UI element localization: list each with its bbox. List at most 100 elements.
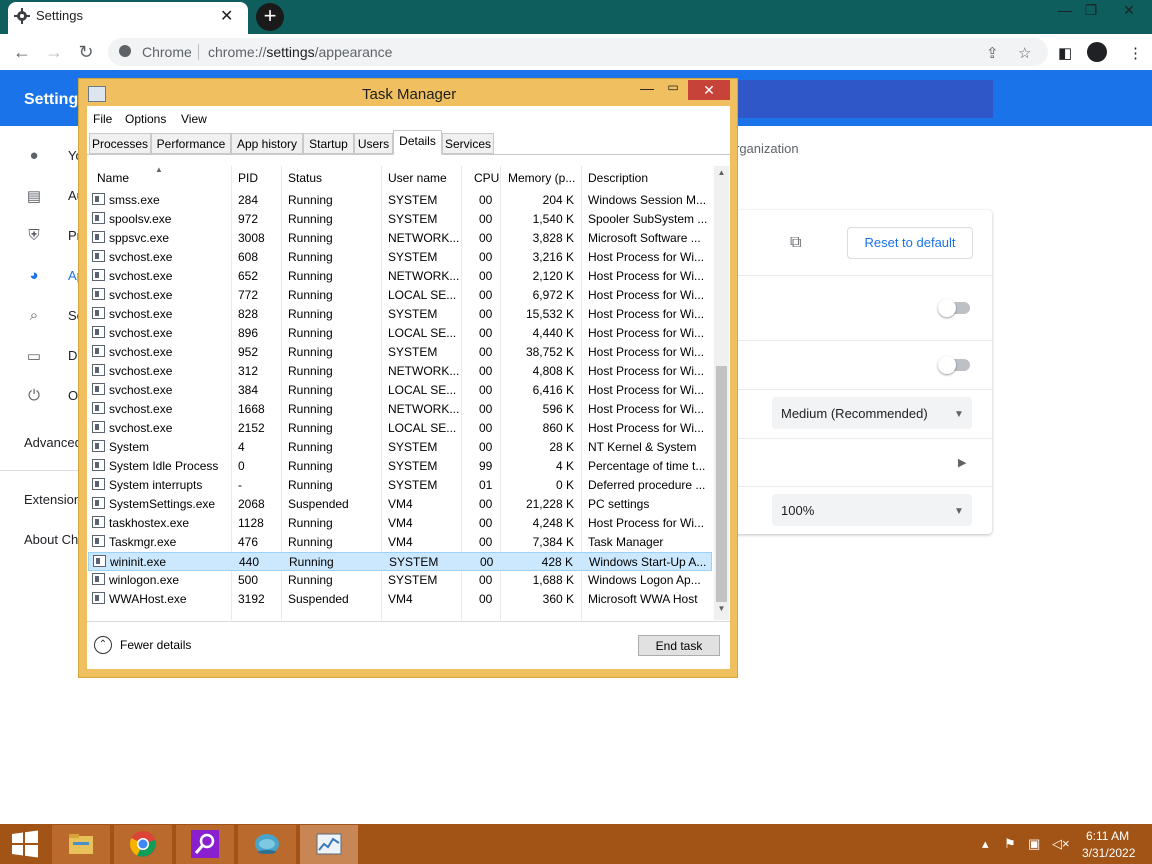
cell-user: VM4 [388,592,413,606]
star-icon[interactable]: ☆ [1018,44,1031,62]
close-window-button[interactable]: ✕ [1114,2,1144,22]
cell-status: Running [288,231,333,245]
cell-pid: 972 [238,212,259,226]
tm-maximize-button[interactable]: ▭ [661,80,685,100]
table-row[interactable]: svchost.exe 608 Running SYSTEM 00 3,216 K Host… [88,248,712,267]
column-header-cpu[interactable]: CPU [474,171,499,185]
new-tab-button[interactable]: + [256,3,284,31]
column-header-pid[interactable]: PID [238,171,258,185]
cell-memory: 204 K [542,193,574,207]
sidebar-about-chrome[interactable]: About Ch [24,532,78,547]
clock-date[interactable]: 3/31/2022 [1082,846,1135,860]
taskbar-app-explorer[interactable] [52,825,110,864]
table-row[interactable]: taskhostex.exe 1128 Running VM4 00 4,248 K Hos… [88,514,712,533]
column-header-status[interactable]: Status [288,171,322,185]
reload-icon[interactable]: ↻ [75,42,97,62]
column-header-name[interactable]: Name [97,171,129,185]
network-icon[interactable]: ▣ [1028,836,1040,852]
table-row[interactable]: svchost.exe 1668 Running NETWORK... 00 596 K H… [88,400,712,419]
cell-name: spoolsv.exe [109,212,172,226]
table-row[interactable]: svchost.exe 384 Running LOCAL SE... 00 6,416 … [88,381,712,400]
tray-chevron-icon[interactable]: ▴ [982,836,989,852]
table-row[interactable]: svchost.exe 2152 Running LOCAL SE... 00 860 K… [88,419,712,438]
table-row[interactable]: svchost.exe 896 Running LOCAL SE... 00 4,440 … [88,324,712,343]
table-row[interactable]: sppsvc.exe 3008 Running NETWORK... 00 3,828 K… [88,229,712,248]
tab-startup[interactable]: Startup [303,133,354,154]
toggle-knob[interactable] [938,299,956,317]
cell-cpu: 99 [479,459,493,473]
table-row[interactable]: wininit.exe 440 Running SYSTEM 00 428 K Window… [88,552,712,571]
table-row[interactable]: WWAHost.exe 3192 Suspended VM4 00 360 K Micros… [88,590,712,609]
tab-processes[interactable]: Processes [89,133,151,154]
chevron-up-icon[interactable]: ⌃ [94,636,112,654]
sidepanel-icon[interactable]: ◧ [1058,44,1072,62]
share-icon[interactable]: ⇪ [986,44,999,62]
table-row[interactable]: System Idle Process 0 Running SYSTEM 99 4 K Pe… [88,457,712,476]
table-row[interactable]: Taskmgr.exe 476 Running VM4 00 7,384 K Task Ma… [88,533,712,552]
taskbar [0,824,1152,864]
tab-services[interactable]: Services [442,133,494,154]
column-header-description[interactable]: Description [588,171,648,185]
table-row[interactable]: System interrupts - Running SYSTEM 01 0 K Defe… [88,476,712,495]
table-row[interactable]: SystemSettings.exe 2068 Suspended VM4 00 21,2… [88,495,712,514]
settings-search-bar[interactable] [712,80,993,118]
tab-close-icon[interactable]: ✕ [220,6,233,26]
tm-minimize-button[interactable]: — [633,80,661,100]
windows-start-icon[interactable] [10,830,40,858]
sidebar-advanced[interactable]: Advanced [24,435,82,450]
tab-app-history[interactable]: App history [231,133,303,154]
back-icon[interactable]: ← [11,42,33,62]
volume-icon[interactable]: ◁× [1052,836,1070,852]
column-header-user[interactable]: User name [388,171,447,185]
table-row[interactable]: svchost.exe 828 Running SYSTEM 00 15,532 K Hos… [88,305,712,324]
cell-user: SYSTEM [388,440,438,454]
scrollbar-thumb[interactable] [716,366,727,602]
card-divider [712,340,993,341]
tm-close-button[interactable]: ✕ [688,80,730,100]
table-row[interactable]: spoolsv.exe 972 Running SYSTEM 00 1,540 K Spoo… [88,210,712,229]
menu-options[interactable]: Options [125,112,166,126]
menu-file[interactable]: File [93,112,112,126]
taskbar-app-search[interactable] [176,825,234,864]
flag-icon[interactable]: ⚑ [1004,836,1016,852]
cell-pid: 1668 [238,402,265,416]
taskbar-app-globe[interactable] [238,825,296,864]
clock-time[interactable]: 6:11 AM [1086,829,1129,843]
url-text[interactable]: chrome://settings/appearance [208,44,392,60]
column-header-memory[interactable]: Memory (p... [508,171,575,185]
site-info-icon[interactable] [119,45,131,57]
process-icon [92,497,105,509]
reset-to-default-button[interactable]: Reset to default [847,227,973,259]
cell-name: System [109,440,150,454]
table-row[interactable]: svchost.exe 652 Running NETWORK... 00 2,120 K… [88,267,712,286]
table-row[interactable]: svchost.exe 312 Running NETWORK... 00 4,808 K… [88,362,712,381]
scroll-up-icon[interactable]: ▲ [714,168,729,177]
toggle-knob[interactable] [938,356,956,374]
search-icon: ⌕ [29,307,39,324]
menu-view[interactable]: View [181,112,207,126]
end-task-button[interactable]: End task [638,635,720,656]
fewer-details-link[interactable]: Fewer details [120,638,191,652]
table-row[interactable]: svchost.exe 772 Running LOCAL SE... 00 6,972 … [88,286,712,305]
cell-name: winlogon.exe [109,573,180,587]
table-row[interactable]: svchost.exe 952 Running SYSTEM 00 38,752 K Hos… [88,343,712,362]
table-row[interactable]: winlogon.exe 500 Running SYSTEM 00 1,688 K Win… [88,571,712,590]
sidebar-extensions[interactable]: Extension [24,492,81,507]
taskbar-app-chrome[interactable] [114,825,172,864]
forward-icon[interactable]: → [43,42,65,62]
chevron-right-icon[interactable]: ▶ [958,456,966,469]
tab-details[interactable]: Details [393,130,442,155]
menu-icon[interactable]: ⋮ [1128,44,1143,62]
restore-button[interactable]: ❐ [1076,2,1106,22]
external-link-icon[interactable]: ⧉ [790,234,801,252]
table-row[interactable]: smss.exe 284 Running SYSTEM 00 204 K Windows S… [88,191,712,210]
cell-user: VM4 [388,497,413,511]
scroll-down-icon[interactable]: ▼ [714,604,729,613]
taskbar-app-task-manager[interactable] [300,825,358,864]
cell-pid: 772 [238,288,259,302]
profile-icon[interactable] [1087,42,1107,62]
table-row[interactable]: System 4 Running SYSTEM 00 28 K NT Kernel & Sy… [88,438,712,457]
cell-user: SYSTEM [388,193,438,207]
tab-performance[interactable]: Performance [151,133,231,154]
tab-users[interactable]: Users [354,133,393,154]
